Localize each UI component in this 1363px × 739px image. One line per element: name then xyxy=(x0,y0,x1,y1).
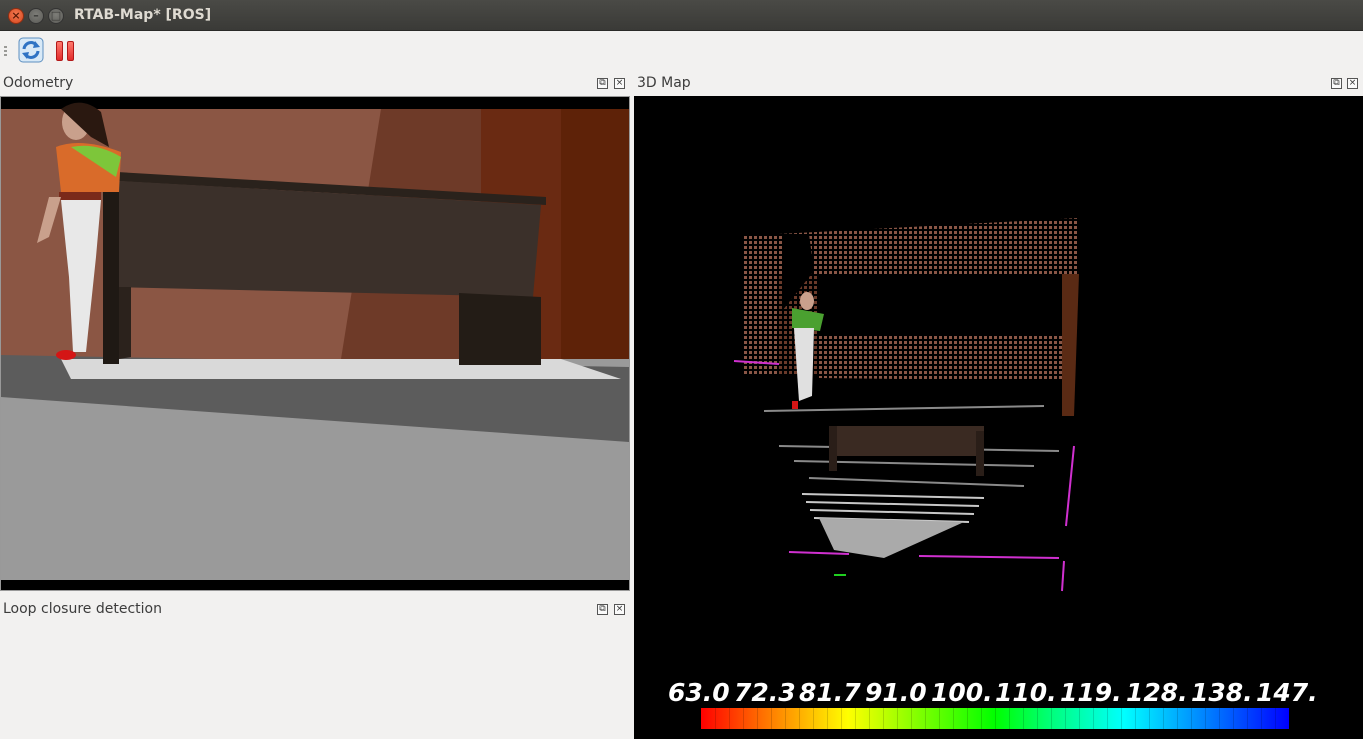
color-bar-segment xyxy=(869,708,870,729)
color-bar-segment xyxy=(841,708,842,729)
pause-button[interactable] xyxy=(54,39,78,63)
odometry-dock-title: Odometry xyxy=(3,75,74,91)
color-bar-segment xyxy=(757,708,758,729)
color-bar-segment xyxy=(827,708,828,729)
color-bar-segment xyxy=(939,708,940,729)
color-bar-segment xyxy=(1233,708,1234,729)
color-bar-segment xyxy=(1079,708,1080,729)
color-bar-segment xyxy=(1205,708,1206,729)
color-bar-segment xyxy=(995,708,996,729)
legend-tick: 138. xyxy=(1191,678,1253,707)
close-icon: × xyxy=(615,78,624,88)
refresh-button[interactable] xyxy=(18,37,44,63)
color-bar-segment xyxy=(855,708,856,729)
float-icon: ⧉ xyxy=(599,78,606,88)
color-bar-segment xyxy=(813,708,814,729)
legend-tick: 81.7 xyxy=(799,678,861,707)
color-bar-segment xyxy=(1009,708,1010,729)
odometry-float-button[interactable]: ⧉ xyxy=(597,78,608,89)
map3d-float-button[interactable]: ⧉ xyxy=(1331,78,1342,89)
loop-closure-float-button[interactable]: ⧉ xyxy=(597,604,608,615)
color-bar-segment xyxy=(1135,708,1136,729)
refresh-icon xyxy=(18,37,44,63)
color-bar-segment xyxy=(715,708,716,729)
color-bar-segment xyxy=(1093,708,1094,729)
color-gradient-bar xyxy=(701,708,1289,729)
map3d-close-button[interactable]: × xyxy=(1347,78,1358,89)
window-minimize-button[interactable]: – xyxy=(28,8,44,24)
maximize-icon: □ xyxy=(50,9,62,22)
color-bar-segment xyxy=(771,708,772,729)
odometry-camera-image xyxy=(1,97,629,590)
color-bar-segment xyxy=(967,708,968,729)
toolbar-grip-handle[interactable] xyxy=(4,46,7,58)
legend-tick: 110. xyxy=(995,678,1057,707)
loop-closure-close-button[interactable]: × xyxy=(614,604,625,615)
window-title: RTAB-Map* [ROS] xyxy=(74,7,212,23)
color-bar-segment xyxy=(883,708,884,729)
color-bar-segment xyxy=(1107,708,1108,729)
float-icon: ⧉ xyxy=(599,604,606,614)
toolbar xyxy=(0,31,1363,71)
color-bar-segment xyxy=(981,708,982,729)
color-bar-segment xyxy=(1177,708,1178,729)
color-bar-segment xyxy=(953,708,954,729)
float-icon: ⧉ xyxy=(1333,78,1340,88)
legend-tick: 128. xyxy=(1126,678,1188,707)
color-scale-legend: 63.0 72.3 81.7 91.0 100. 110. 119. 128. … xyxy=(634,676,1363,736)
legend-tick: 119. xyxy=(1060,678,1122,707)
color-bar-segment xyxy=(1121,708,1122,729)
legend-tick: 100. xyxy=(931,678,993,707)
close-icon: × xyxy=(11,9,21,22)
color-bar-segment xyxy=(911,708,912,729)
legend-tick: 147. xyxy=(1256,678,1318,707)
color-bar-segment xyxy=(743,708,744,729)
color-bar-segment xyxy=(1149,708,1150,729)
color-bar-segment xyxy=(1191,708,1192,729)
color-bar-segment xyxy=(1163,708,1164,729)
color-bar-segment xyxy=(729,708,730,729)
loop-closure-dock-title: Loop closure detection xyxy=(3,601,162,617)
close-icon: × xyxy=(1348,78,1357,88)
color-bar-segment xyxy=(1051,708,1052,729)
legend-tick: 63.0 xyxy=(668,678,730,707)
color-bar-segment xyxy=(1261,708,1262,729)
window-close-button[interactable]: × xyxy=(8,8,24,24)
color-bar-segment xyxy=(897,708,898,729)
legend-tick: 91.0 xyxy=(865,678,927,707)
odometry-close-button[interactable]: × xyxy=(614,78,625,89)
color-bar-segment xyxy=(1275,708,1276,729)
map3d-view[interactable]: 63.0 72.3 81.7 91.0 100. 110. 119. 128. … xyxy=(634,96,1363,739)
color-bar-segment xyxy=(1037,708,1038,729)
legend-tick: 72.3 xyxy=(734,678,796,707)
title-bar: × – □ RTAB-Map* [ROS] xyxy=(0,0,1363,31)
window-maximize-button[interactable]: □ xyxy=(48,8,64,24)
odometry-camera-view[interactable] xyxy=(0,96,630,591)
color-bar-segment xyxy=(1065,708,1066,729)
color-bar-segment xyxy=(799,708,800,729)
color-bar-segment xyxy=(1247,708,1248,729)
map3d-dock-title: 3D Map xyxy=(637,75,691,91)
color-bar-segment xyxy=(1023,708,1024,729)
color-bar-segment xyxy=(1219,708,1220,729)
loop-closure-panel xyxy=(0,620,630,739)
color-bar-segment xyxy=(785,708,786,729)
point-cloud-render xyxy=(733,218,1079,592)
minimize-icon: – xyxy=(33,9,39,22)
color-bar-segment xyxy=(925,708,926,729)
close-icon: × xyxy=(615,604,624,614)
